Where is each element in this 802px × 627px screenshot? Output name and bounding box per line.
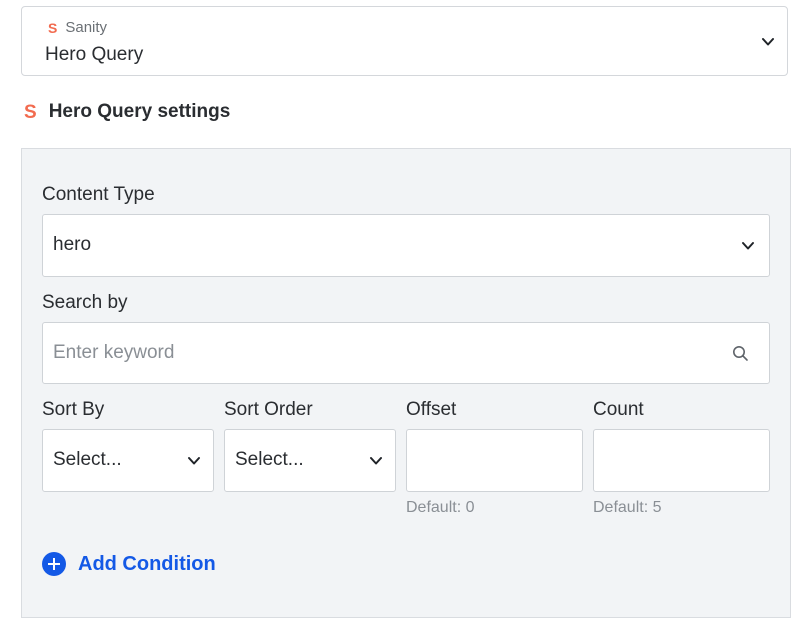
chevron-down-icon: [188, 457, 200, 465]
chevron-down-icon[interactable]: [761, 35, 775, 49]
source-select[interactable]: S Sanity Hero Query: [21, 6, 788, 76]
count-hint: Default: 5: [593, 499, 662, 516]
sort-by-label: Sort By: [42, 399, 105, 420]
source-selected-value: Hero Query: [45, 44, 144, 65]
search-by-label: Search by: [42, 292, 128, 313]
sort-by-select[interactable]: Select...: [42, 429, 214, 492]
count-input[interactable]: [593, 429, 770, 492]
offset-label: Offset: [406, 399, 457, 420]
search-placeholder: Enter keyword: [53, 342, 175, 363]
add-condition-label: Add Condition: [78, 552, 216, 575]
chevron-down-icon: [742, 242, 754, 250]
page: S Sanity Hero Query S Hero Query setting…: [0, 0, 802, 627]
offset-input[interactable]: [406, 429, 583, 492]
query-settings-panel: Content Type hero Search by Enter keywor…: [21, 148, 791, 618]
sanity-logo-icon: S: [48, 19, 58, 36]
offset-hint: Default: 0: [406, 499, 475, 516]
count-label: Count: [593, 399, 644, 420]
content-type-value: hero: [53, 234, 92, 255]
settings-heading: S Hero Query settings: [24, 101, 230, 123]
add-condition-button[interactable]: Add Condition: [42, 552, 216, 576]
sort-order-label: Sort Order: [224, 399, 313, 420]
sanity-logo-icon: S: [24, 101, 37, 123]
chevron-down-icon: [370, 457, 382, 465]
content-type-select[interactable]: hero: [42, 214, 770, 277]
source-provider-label: Sanity: [65, 19, 108, 36]
plus-circle-icon: [42, 552, 66, 576]
sort-by-value: Select...: [53, 449, 122, 470]
search-icon: [733, 346, 748, 361]
source-provider-row: S Sanity: [48, 19, 107, 36]
settings-title: Hero Query settings: [48, 101, 231, 122]
sort-order-select[interactable]: Select...: [224, 429, 396, 492]
search-input[interactable]: Enter keyword: [42, 322, 770, 384]
sort-order-value: Select...: [235, 449, 304, 470]
content-type-label: Content Type: [42, 184, 155, 205]
